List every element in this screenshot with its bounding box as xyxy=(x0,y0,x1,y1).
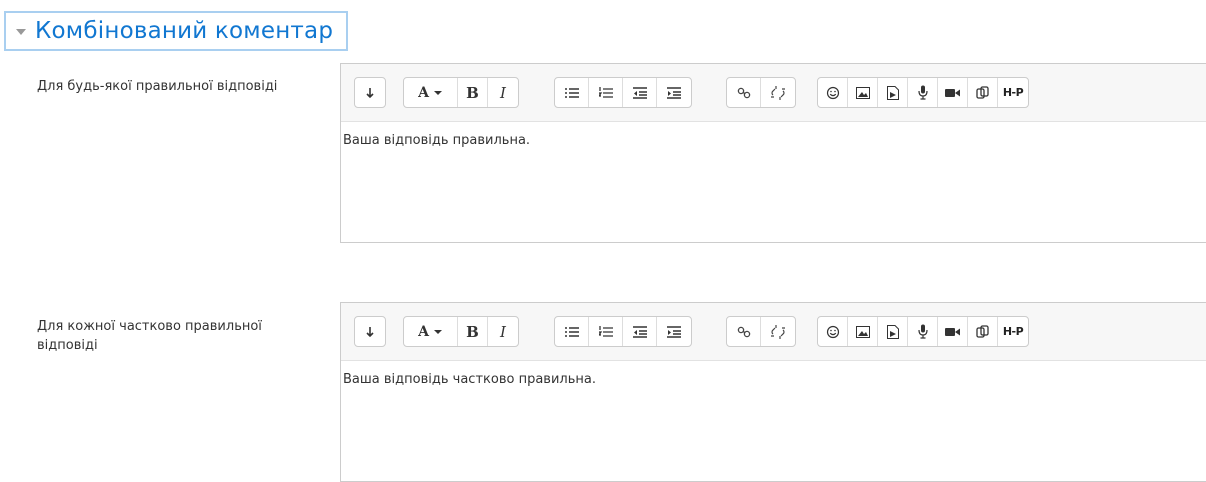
h5p-button[interactable]: H-P xyxy=(998,317,1028,346)
link-button[interactable] xyxy=(727,317,761,346)
indent-icon xyxy=(667,86,681,99)
unlink-button[interactable] xyxy=(761,317,795,346)
chevron-down-icon xyxy=(433,329,442,334)
media-button[interactable] xyxy=(878,78,908,107)
ordered-list-icon xyxy=(598,325,613,337)
field-label-correct-feedback: Для будь-якої правильної відповіді xyxy=(37,79,278,94)
bold-button[interactable]: B xyxy=(458,317,488,346)
field-label-partial-feedback: Для кожної частково правильної відповіді xyxy=(37,319,262,353)
toolbar-toggle-icon xyxy=(366,326,374,337)
microphone-icon xyxy=(917,324,928,339)
toolbar-toggle-icon xyxy=(366,87,374,98)
link-icon xyxy=(737,326,750,337)
smiley-icon xyxy=(826,86,839,99)
manage-files-button[interactable] xyxy=(968,317,998,346)
video-camera-icon xyxy=(945,327,960,336)
media-button[interactable] xyxy=(878,317,908,346)
toolbar-toggle-button[interactable] xyxy=(355,317,385,346)
unlink-icon xyxy=(771,324,785,339)
feedback-text: Ваша відповідь частково правильна. xyxy=(343,372,596,387)
feedback-text: Ваша відповідь правильна. xyxy=(343,133,531,148)
italic-button[interactable]: I xyxy=(488,78,518,107)
outdent-button[interactable] xyxy=(623,317,657,346)
emoticon-button[interactable] xyxy=(818,317,848,346)
link-button[interactable] xyxy=(727,78,761,107)
manage-files-button[interactable] xyxy=(968,78,998,107)
record-audio-button[interactable] xyxy=(908,78,938,107)
media-file-icon xyxy=(886,85,899,100)
media-file-icon xyxy=(886,324,899,339)
italic-button[interactable]: I xyxy=(488,317,518,346)
collapse-caret-icon[interactable] xyxy=(16,28,26,35)
editor-toolbar: A B I H-P xyxy=(341,64,1206,122)
unordered-list-icon xyxy=(564,326,579,337)
editor-toolbar: A B I H-P xyxy=(341,303,1206,361)
image-icon xyxy=(855,86,870,99)
chevron-down-icon xyxy=(433,90,442,95)
smiley-icon xyxy=(826,325,839,338)
feedback-textarea[interactable]: Ваша відповідь правильна. xyxy=(341,122,1206,242)
indent-button[interactable] xyxy=(657,78,691,107)
indent-button[interactable] xyxy=(657,317,691,346)
indent-icon xyxy=(667,325,681,338)
outdent-button[interactable] xyxy=(623,78,657,107)
editor-partial-feedback: A B I H-P Ваша відповідь частково правил… xyxy=(340,302,1206,482)
bold-button[interactable]: B xyxy=(458,78,488,107)
unlink-icon xyxy=(771,85,785,100)
unlink-button[interactable] xyxy=(761,78,795,107)
section-title: Комбінований коментар xyxy=(35,18,334,44)
ordered-list-icon xyxy=(598,86,613,98)
font-style-button[interactable]: A xyxy=(404,317,458,346)
feedback-textarea[interactable]: Ваша відповідь частково правильна. xyxy=(341,361,1206,481)
ordered-list-button[interactable] xyxy=(589,317,623,346)
font-style-button[interactable]: A xyxy=(404,78,458,107)
record-audio-button[interactable] xyxy=(908,317,938,346)
outdent-icon xyxy=(632,325,647,338)
ordered-list-button[interactable] xyxy=(589,78,623,107)
manage-files-icon xyxy=(975,85,989,99)
section-header-combined-feedback[interactable]: Комбінований коментар xyxy=(4,11,348,51)
link-icon xyxy=(737,87,750,98)
manage-files-icon xyxy=(975,324,989,338)
editor-correct-feedback: A B I H-P Ваша відповідь правильна. xyxy=(340,63,1206,243)
image-button[interactable] xyxy=(848,317,878,346)
record-video-button[interactable] xyxy=(938,317,968,346)
emoticon-button[interactable] xyxy=(818,78,848,107)
unordered-list-button[interactable] xyxy=(555,78,589,107)
microphone-icon xyxy=(917,85,928,100)
h5p-button[interactable]: H-P xyxy=(998,78,1028,107)
video-camera-icon xyxy=(945,88,960,97)
record-video-button[interactable] xyxy=(938,78,968,107)
unordered-list-icon xyxy=(564,87,579,98)
image-icon xyxy=(855,325,870,338)
image-button[interactable] xyxy=(848,78,878,107)
unordered-list-button[interactable] xyxy=(555,317,589,346)
outdent-icon xyxy=(632,86,647,99)
toolbar-toggle-button[interactable] xyxy=(355,78,385,107)
